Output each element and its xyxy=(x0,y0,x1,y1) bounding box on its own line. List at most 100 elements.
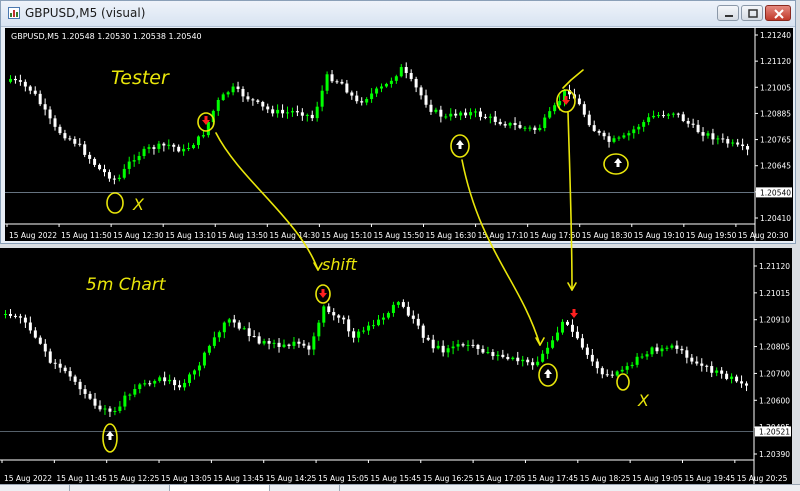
candle-body xyxy=(431,339,435,349)
time-label: 15 Aug 15:05 xyxy=(318,474,369,483)
candle-body xyxy=(335,81,339,83)
candle-body xyxy=(632,129,636,134)
close-icon xyxy=(774,9,784,19)
candle-body xyxy=(286,112,290,114)
chart-tab-active[interactable] xyxy=(170,485,270,491)
candle-body xyxy=(531,362,535,366)
candle-body xyxy=(197,365,201,371)
candle-body xyxy=(117,177,121,180)
candle-body xyxy=(597,130,601,133)
candle-body xyxy=(132,160,136,162)
candle-body xyxy=(182,148,186,152)
candle-body xyxy=(302,343,306,346)
candle-body xyxy=(147,147,151,149)
chart-tab[interactable] xyxy=(70,485,170,491)
candle-body xyxy=(38,93,42,105)
price-label: 1.20645 xyxy=(760,162,791,171)
top-chart-canvas[interactable]: 1.21240 1.21120 1.21005 1.20885 1.20765 1.206… xyxy=(5,28,793,241)
price-label: 1.20765 xyxy=(760,136,791,145)
candle-body xyxy=(389,80,393,84)
candle-body xyxy=(642,122,646,127)
candle-body xyxy=(637,126,641,130)
candle-body xyxy=(312,336,316,350)
candle-body xyxy=(88,393,92,399)
candle-body xyxy=(700,363,704,366)
candle-body xyxy=(327,306,331,313)
candle-body xyxy=(43,343,47,352)
time-label: 15 Aug 19:45 xyxy=(684,474,735,483)
candle-body xyxy=(68,371,72,377)
candle-body xyxy=(256,100,260,102)
candle-body xyxy=(18,80,22,82)
chart-window-icon xyxy=(8,7,20,19)
time-label: 15 Aug 13:05 xyxy=(161,474,212,483)
candle-body xyxy=(610,374,614,376)
top-chart[interactable]: 1.21240 1.21120 1.21005 1.20885 1.20765 1.206… xyxy=(5,28,793,241)
price-label: 1.20410 xyxy=(760,214,791,223)
candle-body xyxy=(587,114,591,126)
chart-tab[interactable] xyxy=(270,485,340,491)
candle-body xyxy=(123,395,127,407)
candle-body xyxy=(625,366,629,370)
current-price-label: 1.20540 xyxy=(760,188,791,197)
candle-body xyxy=(665,347,669,349)
candle-body xyxy=(266,106,270,110)
candle-body xyxy=(375,88,379,94)
candle-body xyxy=(53,118,57,127)
maximize-button[interactable] xyxy=(741,5,763,21)
price-label: 1.20600 xyxy=(759,396,790,405)
candle-body xyxy=(276,109,280,114)
candle-body xyxy=(262,341,266,344)
candle-body xyxy=(570,324,574,332)
candle-body xyxy=(107,172,111,179)
time-label: 15 Aug 18:30 xyxy=(582,231,633,240)
candle-body xyxy=(152,147,156,149)
bottom-chart[interactable]: 1.21120 1.21015 1.20910 1.20805 1.20700 1.206… xyxy=(0,248,792,484)
candle-body xyxy=(345,83,349,93)
candle-body xyxy=(128,394,132,396)
close-button[interactable] xyxy=(765,5,791,21)
candle-body xyxy=(384,83,388,87)
candle-body xyxy=(516,357,520,362)
candle-body xyxy=(716,138,720,140)
chart-window: GBPUSD,M5 (visual) 1.21240 1.21120 1.21005… xyxy=(0,0,796,244)
candle-body xyxy=(456,344,460,347)
time-label: 15 Aug 13:50 xyxy=(217,231,268,240)
candle-body xyxy=(416,318,420,326)
bottom-chart-canvas[interactable]: 1.21120 1.21015 1.20910 1.20805 1.20700 1.206… xyxy=(0,248,792,484)
time-label: 15 Aug 19:05 xyxy=(632,474,683,483)
candle-body xyxy=(464,112,468,116)
candle-body xyxy=(28,322,32,331)
candle-body xyxy=(73,376,77,382)
candle-body xyxy=(167,144,171,146)
candle-body xyxy=(655,347,659,352)
candle-body xyxy=(227,319,231,323)
candle-body xyxy=(513,123,517,126)
candle-body xyxy=(501,354,505,357)
time-label: 15 Aug 19:50 xyxy=(686,231,737,240)
candle-body xyxy=(436,345,440,349)
candle-body xyxy=(8,314,12,316)
candle-body xyxy=(365,99,369,103)
candle-body xyxy=(221,94,225,100)
candle-body xyxy=(491,352,495,357)
candle-body xyxy=(217,332,221,338)
candle-body xyxy=(454,113,458,116)
shift-annotation: shift xyxy=(322,255,358,274)
candle-body xyxy=(340,81,344,84)
minimize-button[interactable] xyxy=(717,5,739,21)
candle-body xyxy=(177,146,181,152)
candle-body xyxy=(267,341,271,344)
candle-body xyxy=(63,133,67,139)
candle-body xyxy=(710,366,714,373)
window-titlebar[interactable]: GBPUSD,M5 (visual) xyxy=(1,1,795,27)
candle-body xyxy=(650,347,654,355)
candle-body xyxy=(533,127,537,130)
candle-body xyxy=(153,380,157,384)
candle-body xyxy=(300,112,304,116)
candle-body xyxy=(401,302,405,307)
chart-background xyxy=(5,28,793,241)
chart-tab[interactable] xyxy=(0,485,70,491)
candle-body xyxy=(715,370,719,373)
price-label: 1.20885 xyxy=(760,109,791,118)
